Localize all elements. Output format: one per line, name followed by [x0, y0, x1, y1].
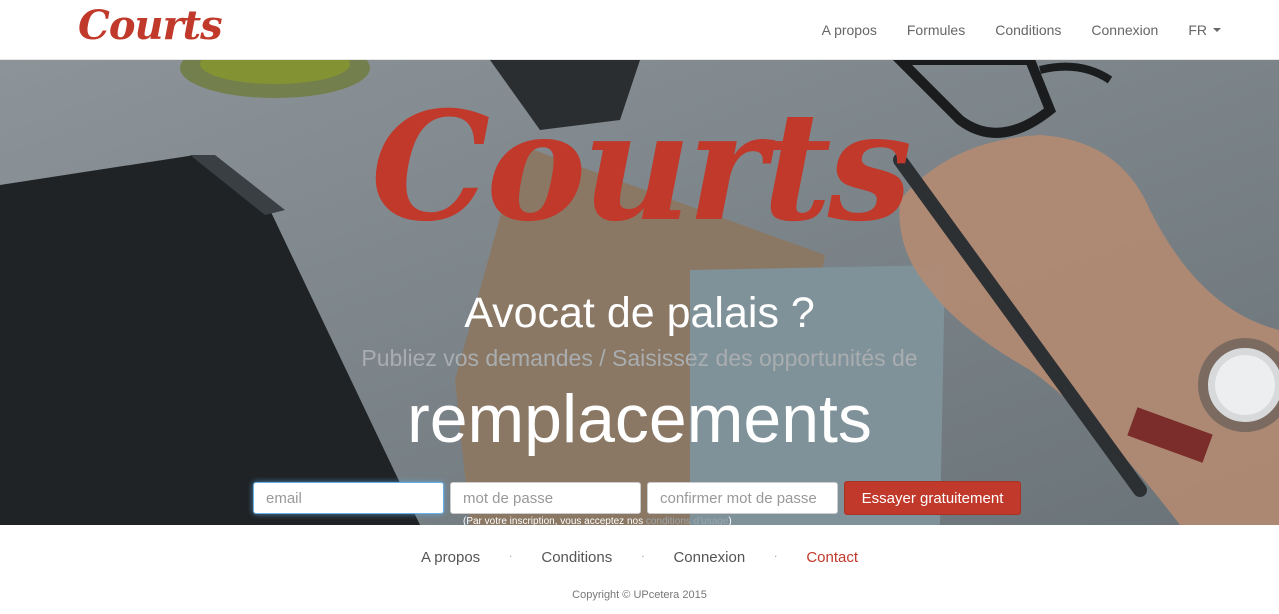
- confirm-password-input[interactable]: [647, 482, 838, 514]
- main-nav: A propos Formules Conditions Connexion F…: [792, 0, 1221, 60]
- caret-down-icon: [1213, 28, 1221, 32]
- password-input[interactable]: [450, 482, 641, 514]
- nav-link-conditions[interactable]: Conditions: [995, 22, 1061, 38]
- email-input[interactable]: [253, 482, 444, 514]
- hero-title: Avocat de palais ?: [464, 289, 815, 337]
- terms-prefix: (Par votre inscription, vous acceptez no…: [463, 516, 644, 525]
- separator-dot: ·: [509, 552, 513, 563]
- footer-link-login[interactable]: Connexion: [673, 549, 745, 566]
- separator-dot: ·: [774, 552, 778, 563]
- signup-form: Essayer gratuitement: [253, 481, 1021, 515]
- terms-suffix: ): [728, 516, 732, 525]
- footer-link-contact[interactable]: Contact: [806, 549, 858, 566]
- copyright-text: Copyright © UPcetera 2015: [572, 589, 707, 601]
- terms-notice: (Par votre inscription, vous acceptez no…: [463, 516, 732, 525]
- footer-nav: A propos · Conditions · Connexion · Cont…: [0, 549, 1279, 566]
- top-navbar: Courts A propos Formules Conditions Conn…: [0, 0, 1279, 60]
- terms-link[interactable]: conditions d'usage: [646, 516, 729, 525]
- hero-highlight: remplacements: [407, 381, 872, 457]
- language-label: FR: [1188, 22, 1207, 38]
- nav-link-login[interactable]: Connexion: [1091, 22, 1158, 38]
- hero-section: Courts Avocat de palais ? Publiez vos de…: [0, 60, 1279, 525]
- footer-link-conditions[interactable]: Conditions: [541, 549, 612, 566]
- brand-logo[interactable]: Courts: [78, 2, 223, 50]
- language-dropdown[interactable]: FR: [1188, 22, 1221, 38]
- try-free-button[interactable]: Essayer gratuitement: [844, 481, 1021, 515]
- hero-subtitle: Publiez vos demandes / Saisissez des opp…: [361, 345, 918, 371]
- separator-dot: ·: [641, 552, 645, 563]
- nav-link-plans[interactable]: Formules: [907, 22, 965, 38]
- hero-logo: Courts: [370, 79, 912, 255]
- footer-link-about[interactable]: A propos: [421, 549, 480, 566]
- nav-link-about[interactable]: A propos: [822, 22, 877, 38]
